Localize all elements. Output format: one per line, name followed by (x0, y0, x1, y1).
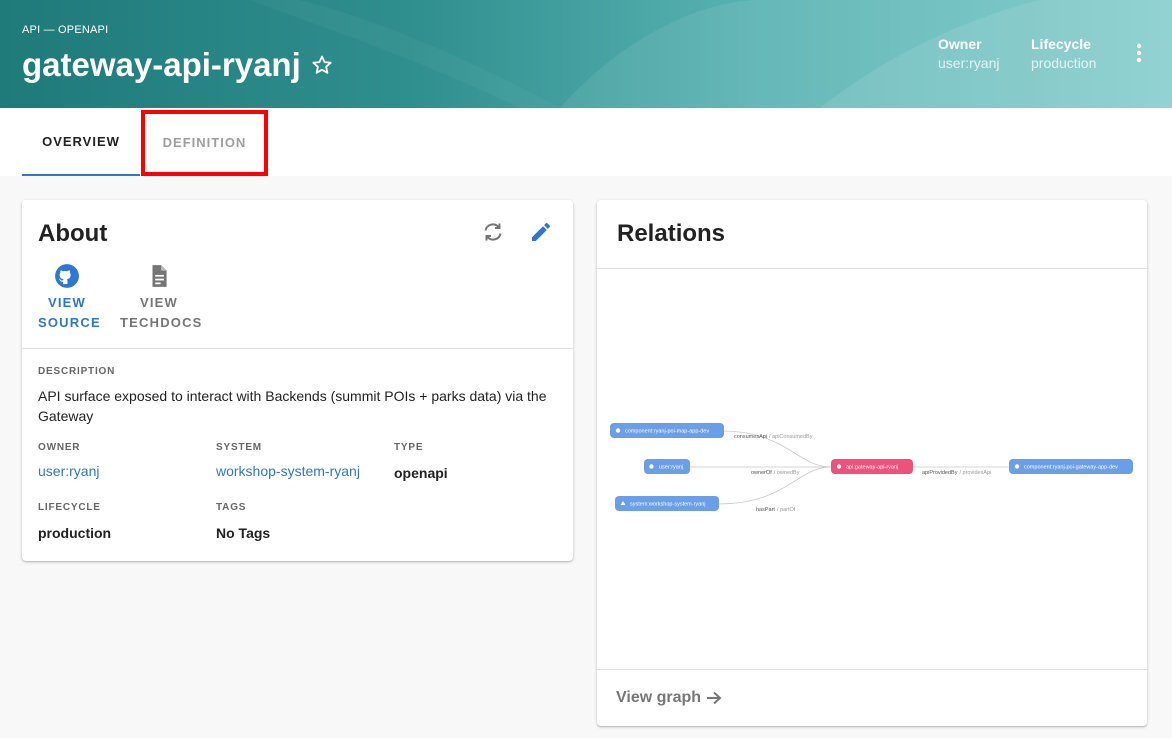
edge-label-system: hasPart / partOf (756, 507, 796, 513)
relations-divider-bottom (597, 669, 1147, 670)
edit-icon[interactable] (529, 220, 553, 244)
about-divider (22, 348, 573, 349)
view-source-line1: VIEW (47, 295, 87, 310)
about-title: About (38, 220, 108, 247)
component-icon (1014, 464, 1020, 469)
view-source-line2: SOURCE (38, 315, 101, 330)
arrow-right-icon (707, 691, 722, 705)
svg-text:api:gateway-api-ryanj: api:gateway-api-ryanj (846, 465, 898, 471)
user-icon (649, 464, 654, 469)
api-icon (836, 464, 842, 469)
header-owner: Owner user:ryanj (938, 36, 999, 71)
node-owner[interactable]: user:ryanj (644, 459, 690, 474)
refresh-icon[interactable] (481, 220, 505, 244)
component-icon (615, 428, 621, 433)
type-value: openapi (394, 465, 448, 481)
edge-label-provides: apiProvidedBy / providesApi (922, 470, 991, 476)
system-link[interactable]: workshop-system-ryanj (216, 463, 360, 479)
node-provider[interactable]: component:ryanj-poi-gateway-app-dev (1009, 459, 1133, 474)
edge-label-consumes: consumesApi / apiConsumedBy (734, 434, 813, 440)
tab-bar: OVERVIEW DEFINITION (0, 108, 1172, 176)
owner-field-label: OWNER (38, 442, 81, 453)
edge-label-owner: ownerOf / ownedBy (751, 470, 800, 476)
system-field-label: SYSTEM (216, 442, 262, 453)
about-card: About VIEW SOURCE VIEW TECHDOCS DESCRIPT… (22, 200, 573, 561)
relations-card: Relations consumesApi / apiConsumedBy own… (597, 200, 1147, 726)
relations-title: Relations (617, 220, 726, 247)
node-consumer[interactable]: component:ryanj-poi-map-app-dev (610, 423, 724, 438)
more-vert-icon[interactable] (1130, 42, 1148, 64)
svg-text:user:ryanj: user:ryanj (659, 465, 683, 471)
lifecycle-label: Lifecycle (1031, 36, 1091, 52)
lifecycle-field-value: production (38, 525, 112, 541)
type-field-label: TYPE (394, 442, 424, 453)
description-text: API surface exposed to interact with Bac… (38, 388, 547, 424)
view-techdocs-line2: TECHDOCS (120, 315, 203, 330)
tab-definition[interactable]: DEFINITION (141, 108, 268, 176)
view-techdocs-link[interactable]: VIEW TECHDOCS (120, 263, 203, 333)
view-graph-link[interactable]: View graph (616, 689, 723, 707)
svg-text:system:workshop-system-ryanj: system:workshop-system-ryanj (630, 502, 706, 508)
tab-overview[interactable]: OVERVIEW (22, 108, 140, 176)
view-techdocs-line1: VIEW (139, 295, 179, 310)
entity-header: API — OPENAPI gateway-api-ryanj Owner us… (0, 0, 1172, 108)
view-graph-label: View graph (616, 689, 702, 706)
relations-graph: consumesApi / apiConsumedBy ownerOf / owne… (610, 423, 1133, 513)
star-icon[interactable] (310, 53, 334, 77)
github-icon (55, 264, 79, 288)
entity-kind: API — OPENAPI (22, 24, 109, 36)
tags-field-label: TAGS (216, 502, 247, 513)
view-source-link[interactable]: VIEW SOURCE (38, 263, 101, 333)
page-title: gateway-api-ryanj (22, 46, 301, 83)
header-lifecycle: Lifecycle production (1031, 36, 1096, 71)
owner-link[interactable]: user:ryanj (38, 463, 99, 479)
owner-value: user:ryanj (938, 55, 1000, 71)
owner-label: Owner (938, 36, 982, 52)
node-system[interactable]: system:workshop-system-ryanj (615, 496, 719, 511)
description-label: DESCRIPTION (38, 366, 116, 377)
tags-value: No Tags (216, 525, 271, 541)
lifecycle-value: production (1031, 55, 1097, 71)
lifecycle-field-label: LIFECYCLE (38, 502, 101, 513)
svg-text:component:ryanj-poi-map-app-de: component:ryanj-poi-map-app-dev (625, 429, 709, 435)
document-icon (152, 265, 167, 287)
node-center-api[interactable]: api:gateway-api-ryanj (831, 459, 913, 474)
svg-text:component:ryanj-poi-gateway-ap: component:ryanj-poi-gateway-app-dev (1024, 465, 1118, 471)
